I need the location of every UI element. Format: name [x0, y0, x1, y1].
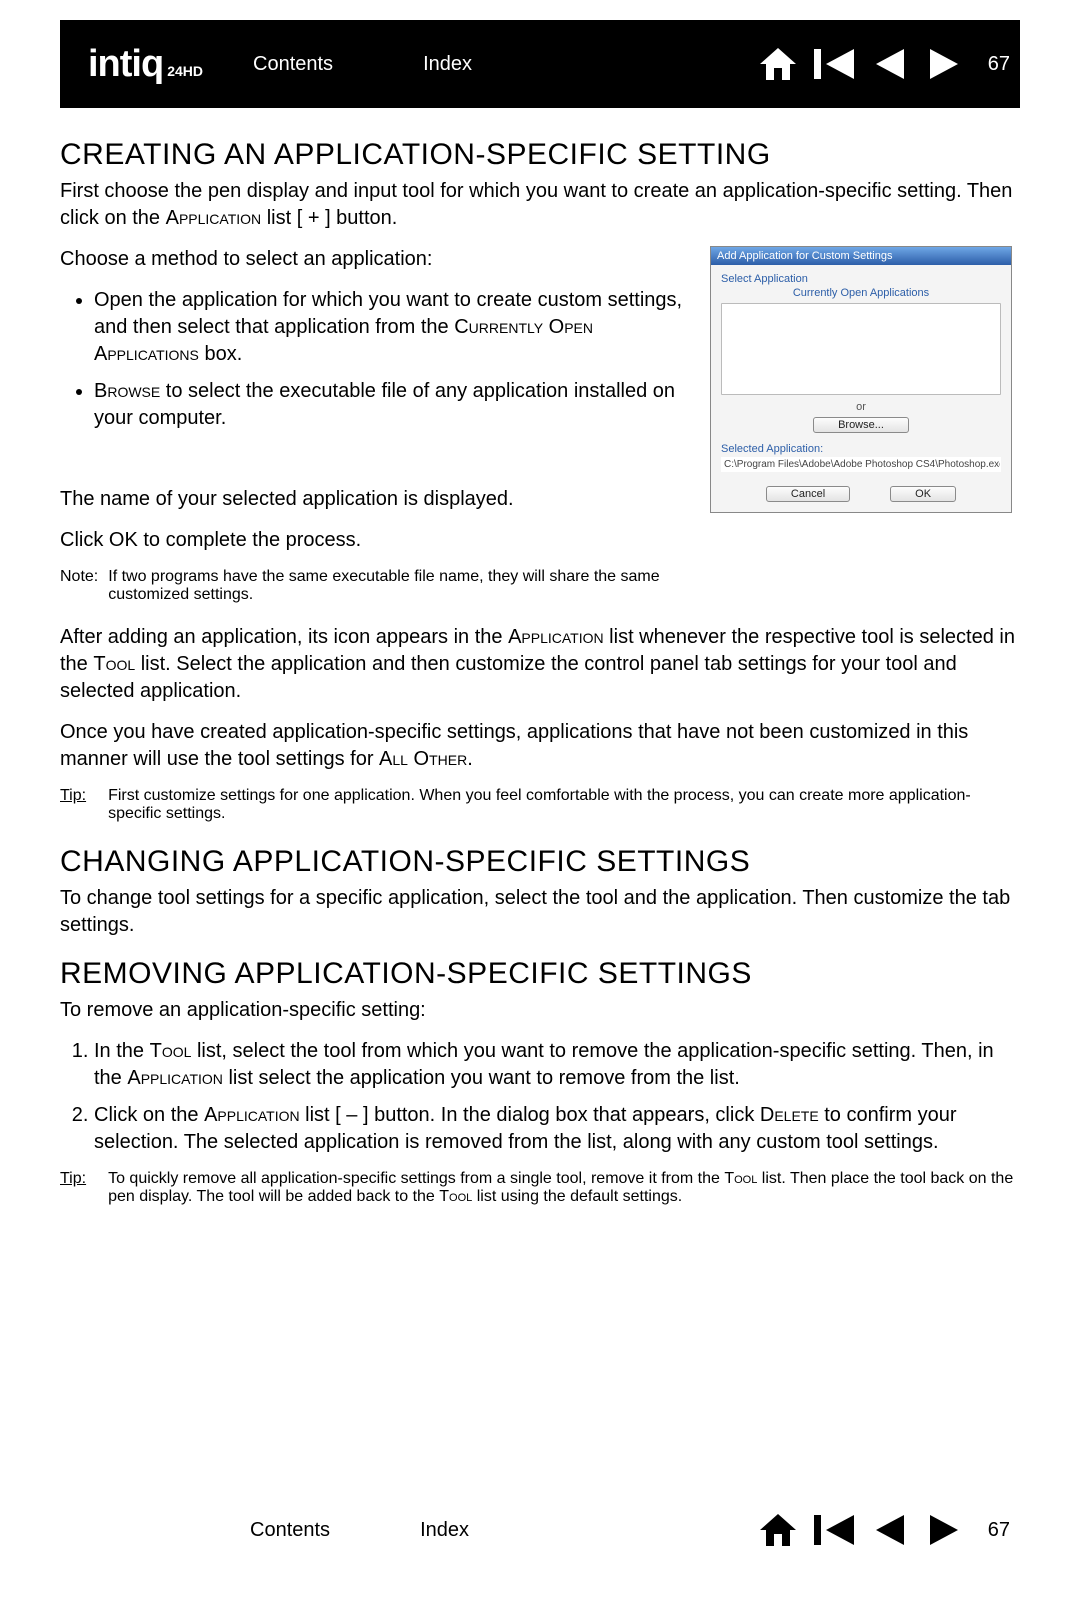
- removing-intro: To remove an application-specific settin…: [60, 997, 1020, 1024]
- bottom-navbar: Contents Index 67: [60, 1486, 1020, 1574]
- choose-method-text: Choose a method to select an application…: [60, 246, 700, 273]
- brand-subtext: 24HD: [167, 63, 203, 79]
- select-application-label: Select Application: [721, 273, 1001, 285]
- callout-click-ok: Click OK to complete the process.: [60, 527, 700, 554]
- add-application-dialog: Add Application for Custom Settings Sele…: [710, 246, 1012, 513]
- heading-creating: CREATING AN APPLICATION-SPECIFIC SETTING: [60, 138, 1020, 172]
- method-bullet-1: Open the application for which you want …: [94, 287, 700, 368]
- currently-open-label: Currently Open Applications: [721, 287, 1001, 299]
- or-label: or: [721, 401, 1001, 413]
- selected-application-label: Selected Application:: [721, 443, 1001, 455]
- remove-step-2: Click on the Application list [ – ] butt…: [94, 1102, 1020, 1156]
- heading-removing: REMOVING APPLICATION-SPECIFIC SETTINGS: [60, 957, 1020, 991]
- all-other-paragraph: Once you have created application-specif…: [60, 719, 1020, 773]
- next-page-icon[interactable]: [926, 1515, 960, 1545]
- first-page-icon[interactable]: [814, 1515, 856, 1545]
- after-adding-paragraph: After adding an application, its icon ap…: [60, 624, 1020, 705]
- browse-button[interactable]: Browse...: [813, 417, 909, 433]
- top-navbar: intiq24HD Contents Index 67: [60, 20, 1020, 108]
- brand-text: intiq: [70, 43, 163, 85]
- page-number-top: 67: [988, 53, 1010, 76]
- tip-2: Tip: To quickly remove all application-s…: [60, 1170, 1020, 1206]
- intro-paragraph: First choose the pen display and input t…: [60, 178, 1020, 232]
- tip-label: Tip:: [60, 787, 86, 804]
- prev-page-icon[interactable]: [874, 49, 908, 79]
- heading-changing: CHANGING APPLICATION-SPECIFIC SETTINGS: [60, 845, 1020, 879]
- footer-index-link[interactable]: Index: [420, 1519, 469, 1542]
- remove-step-1: In the Tool list, select the tool from w…: [94, 1038, 1020, 1092]
- note-row: Note: If two programs have the same exec…: [60, 568, 700, 604]
- currently-open-listbox[interactable]: [721, 303, 1001, 395]
- next-page-icon[interactable]: [926, 49, 960, 79]
- changing-paragraph: To change tool settings for a specific a…: [60, 885, 1020, 939]
- footer-contents-link[interactable]: Contents: [250, 1519, 330, 1542]
- selected-application-path: C:\Program Files\Adobe\Adobe Photoshop C…: [721, 457, 1001, 472]
- method-bullet-2: Browse to select the executable file of …: [94, 378, 700, 432]
- note-label: Note:: [60, 568, 98, 604]
- callout-selected-name: The name of your selected application is…: [60, 486, 700, 513]
- cancel-button[interactable]: Cancel: [766, 486, 850, 502]
- brand-logo: intiq24HD: [70, 43, 203, 86]
- tip-body: First customize settings for one applica…: [108, 787, 1020, 823]
- first-page-icon[interactable]: [814, 49, 856, 79]
- nav-contents-link[interactable]: Contents: [253, 53, 333, 76]
- home-icon[interactable]: [760, 1514, 796, 1546]
- home-icon[interactable]: [760, 48, 796, 80]
- tip-label-2: Tip:: [60, 1170, 86, 1187]
- nav-index-link[interactable]: Index: [423, 53, 472, 76]
- dialog-titlebar: Add Application for Custom Settings: [711, 247, 1011, 265]
- tip-1: Tip: First customize settings for one ap…: [60, 787, 1020, 823]
- page-number-bottom: 67: [988, 1519, 1010, 1542]
- prev-page-icon[interactable]: [874, 1515, 908, 1545]
- ok-button[interactable]: OK: [890, 486, 956, 502]
- note-body: If two programs have the same executable…: [108, 568, 700, 604]
- tip-body-2: To quickly remove all application-specif…: [108, 1170, 1020, 1206]
